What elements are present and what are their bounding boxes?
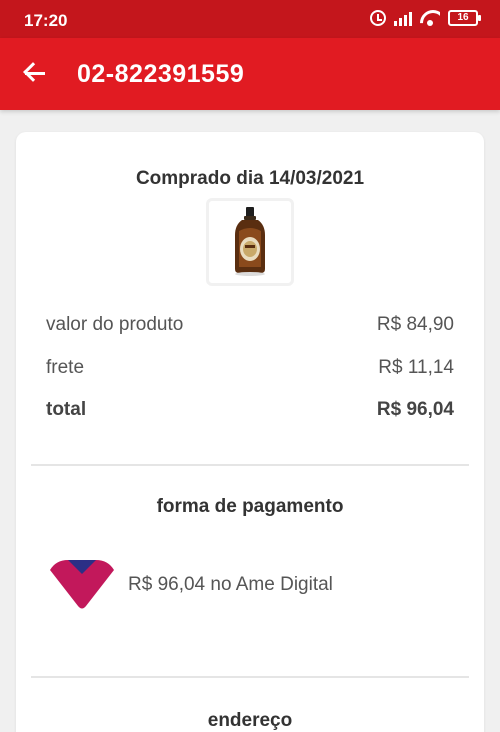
total-amount: R$ 96,04 — [376, 399, 454, 420]
whisky-bottle-icon — [235, 207, 265, 276]
purchase-date: Comprado dia 14/03/2021 — [135, 168, 365, 189]
payment-description: R$ 96,04 no Ame Digital — [128, 574, 333, 595]
ame-digital-logo-icon — [50, 560, 114, 609]
status-bar: 17:20 16 — [0, 0, 500, 38]
order-detail-card: Comprado dia 14/03/2021 valor do produto… — [16, 132, 484, 732]
wifi-icon — [420, 10, 440, 26]
product-value-label: valor do produto — [46, 314, 184, 335]
divider — [31, 464, 469, 466]
status-time: 17:20 — [24, 11, 68, 30]
shipping-amount: R$ 11,14 — [378, 357, 454, 378]
shipping-label: frete — [46, 357, 85, 378]
signal-icon — [394, 11, 412, 26]
product-thumbnail[interactable] — [206, 198, 294, 286]
product-value-amount: R$ 84,90 — [376, 314, 454, 335]
total-label: total — [46, 399, 87, 420]
back-arrow-icon[interactable] — [22, 60, 50, 88]
battery-icon: 16 — [448, 10, 481, 26]
app-bar: 02-822391559 — [0, 38, 500, 110]
status-icons: 16 — [370, 10, 481, 26]
page-title: 02-822391559 — [77, 60, 245, 88]
address-section-title: endereço — [207, 710, 293, 731]
alarm-icon — [370, 10, 386, 26]
payment-section-title: forma de pagamento — [156, 496, 344, 517]
battery-level: 16 — [457, 12, 469, 23]
divider — [31, 676, 469, 678]
